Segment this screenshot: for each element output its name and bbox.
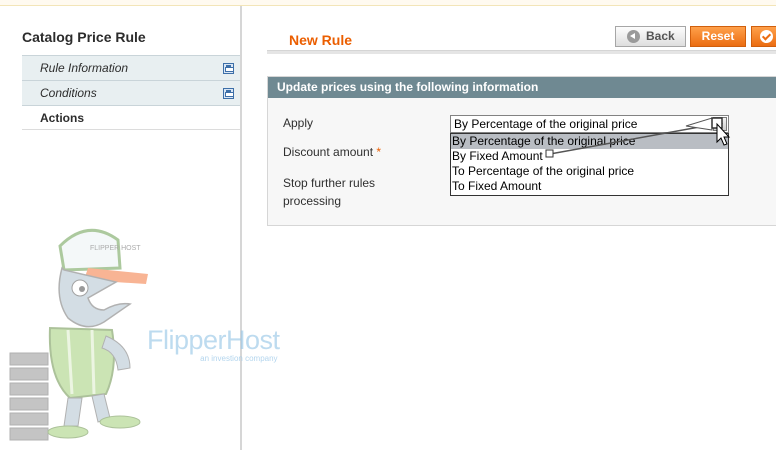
sidebar-tab-rule-information[interactable]: Rule Information: [22, 56, 240, 81]
save-icon: [223, 88, 234, 99]
header-divider: [267, 50, 776, 54]
apply-label: Apply: [283, 116, 314, 130]
back-arrow-icon: [627, 30, 640, 43]
save-icon: [223, 63, 234, 74]
sidebar-tab-actions[interactable]: Actions: [22, 106, 240, 130]
back-button-label: Back: [646, 29, 675, 43]
check-icon: [760, 30, 773, 43]
admin-page: Catalog Price Rule Rule Information Cond…: [0, 0, 776, 450]
stop-label-line-2: processing: [283, 194, 342, 208]
brand-name: FlipperHost: [147, 325, 280, 355]
reset-button-label: Reset: [701, 29, 735, 43]
sidebar-tab-label: Conditions: [40, 86, 97, 100]
dropdown-option[interactable]: To Percentage of the original price: [451, 164, 728, 179]
sidebar-tab-label: Actions: [40, 111, 85, 125]
mascot-cap-text: FLIPPER HOST: [90, 245, 141, 252]
stop-label-line-1: Stop further rules: [283, 176, 376, 190]
chevron-down-icon[interactable]: [713, 117, 727, 131]
required-asterisk: *: [376, 145, 382, 159]
dropdown-option[interactable]: By Fixed Amount: [451, 149, 728, 164]
fieldset-header: Update prices using the following inform…: [268, 77, 776, 98]
save-button[interactable]: [751, 26, 776, 47]
sidebar: Catalog Price Rule Rule Information Cond…: [0, 6, 242, 450]
reset-button[interactable]: Reset: [690, 26, 746, 47]
back-button[interactable]: Back: [615, 26, 686, 47]
flipperhost-logo-watermark: FlipperHost an investion company: [147, 325, 280, 363]
discount-amount-label-text: Discount amount: [283, 145, 374, 159]
apply-dropdown-list[interactable]: By Percentage of the original price By F…: [450, 133, 729, 196]
dropdown-option[interactable]: To Fixed Amount: [451, 179, 728, 194]
actions-fieldset: Update prices using the following inform…: [267, 76, 776, 226]
apply-select[interactable]: By Percentage of the original price: [450, 115, 729, 133]
sidebar-tab-conditions[interactable]: Conditions: [22, 81, 240, 106]
brand-tagline: an investion company: [200, 354, 278, 363]
page-title: New Rule: [289, 32, 353, 48]
sidebar-tabs: Rule Information Conditions Actions: [22, 55, 240, 130]
stop-further-rules-label: Stop further rules processing: [283, 174, 375, 210]
dropdown-option[interactable]: By Percentage of the original price: [451, 134, 728, 149]
sidebar-tab-label: Rule Information: [40, 61, 129, 75]
sidebar-title: Catalog Price Rule: [22, 29, 146, 45]
discount-amount-label: Discount amount *: [283, 143, 381, 161]
dolphin-mascot-watermark: FLIPPER HOST: [9, 228, 148, 441]
apply-select-value: By Percentage of the original price: [454, 117, 638, 131]
